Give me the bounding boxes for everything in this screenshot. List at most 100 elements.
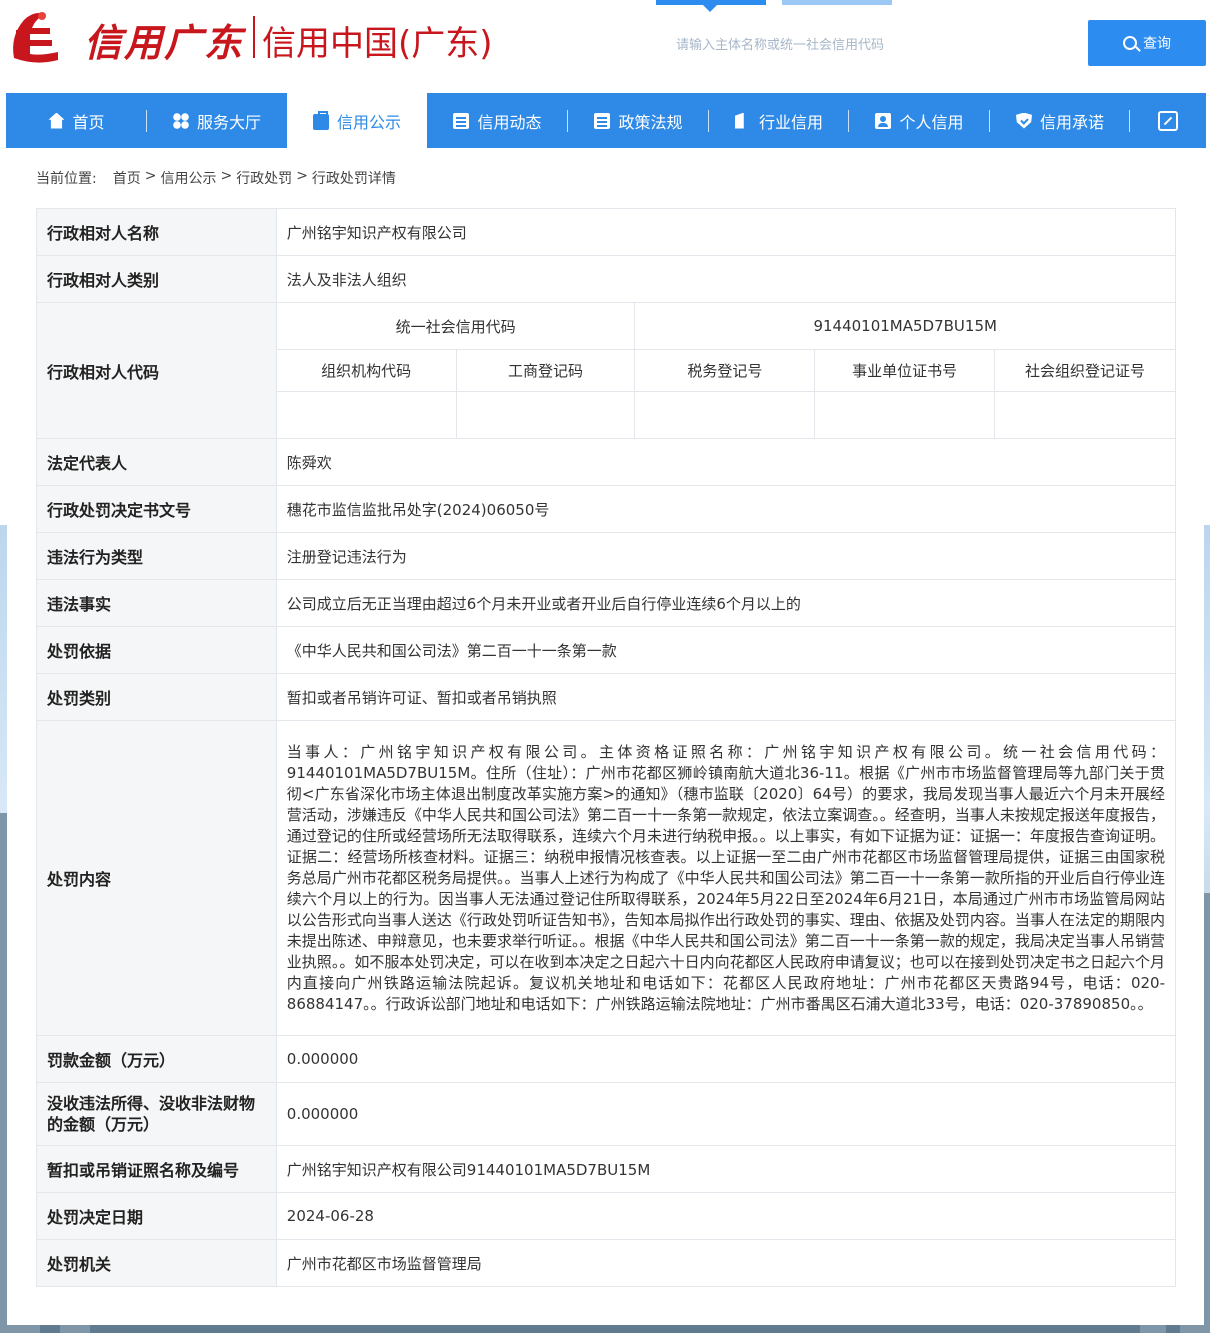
breadcrumb-admin-penalty[interactable]: 行政处罚 (236, 168, 292, 188)
table-row: 处罚依据 《中华人民共和国公司法》第二百一十一条第一款 (36, 626, 1177, 674)
nav-item-home[interactable]: 首页 (6, 93, 147, 148)
field-label: 行政相对人名称 (36, 208, 277, 256)
table-row: 处罚决定日期 2024-06-28 (36, 1192, 1177, 1240)
search-button-label: 查询 (1143, 36, 1171, 52)
table-row: 没收违法所得、没收非法财物的金额（万元） 0.000000 (36, 1082, 1177, 1146)
table-row: 行政相对人类别 法人及非法人组织 (36, 255, 1177, 303)
field-label: 处罚内容 (36, 720, 277, 1036)
institution-cert-label: 事业单位证书号 (814, 349, 996, 392)
breadcrumb-credit-publicity[interactable]: 信用公示 (160, 168, 216, 188)
nav-item-label: 首页 (72, 112, 105, 132)
search-tab-active[interactable] (656, 0, 766, 12)
fine-amount-value: 0.000000 (275, 1035, 1177, 1083)
person-card-icon (875, 112, 892, 129)
logo-title: 信用中国(广东) (262, 24, 493, 64)
license-value: 广州铭宇知识产权有限公司91440101MA5D7BU15M (275, 1145, 1177, 1193)
field-label: 处罚机关 (36, 1239, 277, 1287)
search-button[interactable]: 查询 (1088, 20, 1206, 66)
shield-check-icon (1015, 112, 1032, 129)
field-label: 行政相对人代码 (36, 302, 277, 439)
penalty-basis-value: 《中华人民共和国公司法》第二百一十一条第一款 (275, 626, 1177, 674)
breadcrumb-current: 行政处罚详情 (311, 171, 396, 187)
site-header: 信用广东 信用中国(广东) 查询 (0, 0, 1210, 92)
org-code-label: 组织机构代码 (275, 349, 457, 392)
penalty-category-value: 暂扣或者吊销许可证、暂扣或者吊销执照 (275, 673, 1177, 721)
expand-icon (1158, 110, 1178, 131)
violation-fact-value: 公司成立后无正当理由超过6个月未开业或者开业后自行停业连续6个月以上的 (275, 579, 1177, 627)
field-label: 罚款金额（万元） (36, 1035, 277, 1083)
org-code-value (275, 391, 457, 439)
breadcrumb-separator: > (144, 168, 157, 184)
uscc-value: 91440101MA5D7BU15M (634, 302, 1176, 350)
search-tab-secondary[interactable] (782, 0, 892, 5)
table-row: 处罚机关 广州市花都区市场监督管理局 (36, 1239, 1177, 1287)
nav-item-label: 行业信用 (758, 112, 823, 132)
violation-type-value: 注册登记违法行为 (275, 532, 1177, 580)
institution-cert-value (814, 391, 996, 439)
social-org-reg-label: 社会组织登记证号 (994, 349, 1176, 392)
penalty-detail-table: 行政相对人名称 广州铭宇知识产权有限公司 行政相对人类别 法人及非法人组织 行政… (36, 208, 1177, 1287)
field-label: 法定代表人 (36, 438, 277, 486)
nav-item-credit-publicity[interactable]: 信用公示 (287, 93, 427, 148)
social-org-reg-value (994, 391, 1176, 439)
penalty-content-value: 当事人：广州铭宇知识产权有限公司。主体资格证照名称：广州铭宇知识产权有限公司。统… (275, 720, 1177, 1036)
decision-date-value: 2024-06-28 (275, 1192, 1177, 1240)
field-label: 处罚类别 (36, 673, 277, 721)
table-row: 罚款金额（万元） 0.000000 (36, 1035, 1177, 1083)
business-reg-label: 工商登记码 (455, 349, 636, 392)
nav-item-industry-credit[interactable]: 行业信用 (709, 93, 849, 148)
field-label: 行政处罚决定书文号 (36, 485, 277, 533)
nav-item-service-hall[interactable]: 服务大厅 (147, 93, 287, 148)
field-label: 违法事实 (36, 579, 277, 627)
decision-doc-no-value: 穗花市监信监批吊处字(2024)06050号 (275, 485, 1177, 533)
breadcrumb-separator: > (296, 168, 308, 184)
field-label: 处罚依据 (36, 626, 277, 674)
field-label: 没收违法所得、没收非法财物的金额（万元） (36, 1082, 277, 1146)
credit-guangdong-logo-icon (13, 12, 58, 63)
nav-item-label: 服务大厅 (196, 112, 261, 132)
table-row: 行政处罚决定书文号 穗花市监信监批吊处字(2024)06050号 (36, 485, 1177, 533)
search-icon (1123, 36, 1137, 50)
legal-rep-value: 陈舜欢 (275, 438, 1177, 486)
table-row: 行政相对人名称 广州铭宇知识产权有限公司 (36, 208, 1177, 256)
party-type-value: 法人及非法人组织 (275, 255, 1177, 303)
party-name-value: 广州铭宇知识产权有限公司 (275, 208, 1177, 256)
table-row: 法定代表人 陈舜欢 (36, 438, 1177, 486)
confiscation-amount-value: 0.000000 (275, 1082, 1177, 1146)
breadcrumb: 当前位置: 首页 > 信用公示 > 行政处罚 > 行政处罚详情 (36, 168, 396, 188)
nav-item-label: 信用承诺 (1039, 112, 1104, 132)
nav-item-credit-commitment[interactable]: 信用承诺 (990, 93, 1130, 148)
tax-reg-label: 税务登记号 (634, 349, 816, 392)
tax-reg-value (634, 391, 816, 439)
business-reg-value (455, 391, 636, 439)
clipboard-icon (594, 112, 611, 129)
nav-item-policy[interactable]: 政策法规 (568, 93, 709, 148)
field-label: 暂扣或吊销证照名称及编号 (36, 1145, 277, 1193)
building-icon (734, 112, 744, 129)
table-row: 违法行为类型 注册登记违法行为 (36, 532, 1177, 580)
nav-item-label: 信用动态 (477, 112, 542, 132)
briefcase-icon (312, 110, 329, 130)
nav-item-label: 政策法规 (618, 112, 683, 132)
nav-item-label: 信用公示 (336, 112, 401, 132)
breadcrumb-home[interactable]: 首页 (113, 168, 141, 188)
nav-item-label: 个人信用 (899, 112, 964, 132)
field-label: 处罚决定日期 (36, 1192, 277, 1240)
document-icon (453, 112, 470, 129)
field-label: 行政相对人类别 (36, 255, 277, 303)
logo-divider (253, 16, 255, 58)
breadcrumb-label: 当前位置: (36, 171, 97, 187)
nav-item-personal-credit[interactable]: 个人信用 (849, 93, 990, 148)
table-row: 行政相对人代码 统一社会信用代码 91440101MA5D7BU15M (36, 302, 1176, 439)
grid-icon (172, 112, 189, 129)
breadcrumb-separator: > (220, 168, 233, 184)
logo-calligraphy: 信用广东 (84, 20, 245, 65)
table-row: 暂扣或吊销证照名称及编号 广州铭宇知识产权有限公司91440101MA5D7BU… (36, 1145, 1177, 1193)
field-label: 违法行为类型 (36, 532, 277, 580)
table-row: 违法事实 公司成立后无正当理由超过6个月未开业或者开业后自行停业连续6个月以上的 (36, 579, 1177, 627)
home-icon (48, 112, 65, 129)
search-input[interactable] (660, 24, 1080, 64)
nav-item-credit-news[interactable]: 信用动态 (427, 93, 568, 148)
nav-expand-button[interactable] (1130, 93, 1206, 148)
table-row: 处罚内容 当事人：广州铭宇知识产权有限公司。主体资格证照名称：广州铭宇知识产权有… (36, 720, 1177, 1036)
